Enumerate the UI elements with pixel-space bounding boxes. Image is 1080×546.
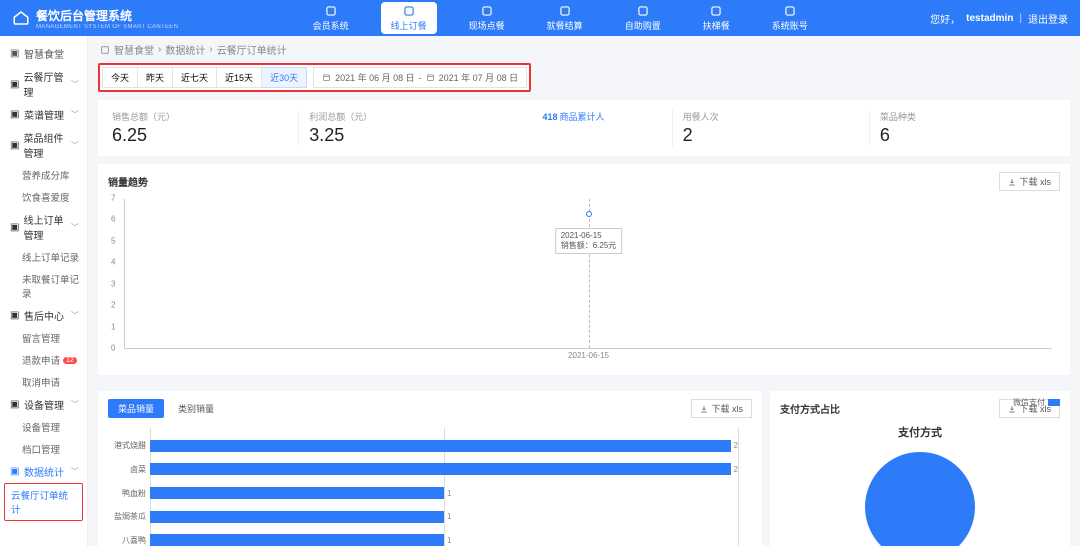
- sales-tabs: 菜品销量类别销量: [108, 399, 224, 418]
- sidebar-item-7[interactable]: 线上订单记录: [0, 246, 87, 268]
- logout-link[interactable]: 退出登录: [1028, 11, 1068, 26]
- crumb-1[interactable]: 数据统计: [165, 42, 205, 57]
- sidebar-item-4[interactable]: 营养成分库: [0, 164, 87, 186]
- badge: 12: [63, 357, 77, 364]
- bar: [150, 534, 444, 546]
- main-content: 智慧食堂 › 数据统计 › 云餐厅订单统计 今天昨天近七天近15天近30天 202…: [88, 36, 1080, 546]
- breadcrumb: 智慧食堂 › 数据统计 › 云餐厅订单统计: [98, 36, 1070, 63]
- sidebar-item-14[interactable]: 设备管理: [0, 416, 87, 438]
- nav-icon: [480, 4, 494, 18]
- nav-icon: [636, 4, 650, 18]
- date-preset-3[interactable]: 近15天: [217, 67, 262, 88]
- chevron-down-icon: ﹀: [71, 140, 79, 151]
- date-preset-0[interactable]: 今天: [102, 67, 138, 88]
- sales-bar-chart[interactable]: 012港式烧腊2卤菜2鸭血粉1盐焗茶瓜1八喜鸭1: [150, 428, 738, 546]
- sales-tab-0[interactable]: 菜品销量: [108, 399, 164, 418]
- date-filter: 今天昨天近七天近15天近30天 2021 年 06 月 08 日 - 2021 年…: [98, 63, 531, 92]
- calendar-icon: [322, 73, 331, 82]
- chevron-down-icon: ﹀: [71, 79, 79, 90]
- logo-icon: [12, 9, 30, 27]
- nav-item-5[interactable]: 扶梯餐: [693, 2, 740, 34]
- payment-title: 支付方式占比: [780, 401, 840, 416]
- nav-item-0[interactable]: 会员系统: [303, 2, 359, 34]
- download-trend-button[interactable]: 下载 xls: [999, 172, 1060, 191]
- sidebar-item-1[interactable]: ▣云餐厅管理﹀: [0, 65, 87, 103]
- sidebar-item-12[interactable]: 取消申请: [0, 371, 87, 393]
- nav-item-3[interactable]: 就餐结算: [537, 2, 593, 34]
- chevron-down-icon: ﹀: [71, 222, 79, 233]
- payment-panel: 支付方式占比 下载 xls 微信支付 支付方式 微信支付：100%: [770, 391, 1070, 546]
- chevron-down-icon: ﹀: [71, 109, 79, 120]
- nav-icon: [324, 4, 338, 18]
- pie-chart[interactable]: [865, 452, 975, 546]
- top-nav: 餐饮后台管理系统 MANAGEMENT SYSTEM OF SMART CANT…: [0, 0, 1080, 36]
- stat-dish-types: 菜品种类 6: [880, 110, 1056, 146]
- stats-row: 销售总额（元） 6.25 利润总额（元） 3.25 418 商品累计人 用餐人次…: [98, 100, 1070, 156]
- calendar-icon: [426, 73, 435, 82]
- brand-subtitle: MANAGEMENT SYSTEM OF SMART CANTEEN: [36, 24, 178, 30]
- trend-title: 销量趋势: [108, 174, 148, 189]
- brand-title: 餐饮后台管理系统: [36, 7, 178, 24]
- bar: [150, 487, 444, 499]
- download-icon: [700, 405, 708, 413]
- pie-chart-title: 支付方式: [780, 424, 1060, 440]
- chevron-down-icon: ﹀: [71, 466, 79, 477]
- trend-chart[interactable]: 012345672021-06-152021-06-15销售额：6.25元: [124, 199, 1052, 349]
- brand: 餐饮后台管理系统 MANAGEMENT SYSTEM OF SMART CANT…: [0, 7, 190, 30]
- bar: [150, 440, 731, 452]
- sidebar-item-15[interactable]: 档口管理: [0, 438, 87, 460]
- bar: [150, 511, 444, 523]
- user-area: 您好， testadmin | 退出登录: [930, 11, 1080, 26]
- greeting: 您好，: [930, 11, 960, 26]
- sidebar: ▣智慧食堂▣云餐厅管理﹀▣菜谱管理﹀▣菜品组件管理﹀营养成分库饮食喜爱度▣线上订…: [0, 36, 88, 546]
- chevron-down-icon: ﹀: [71, 399, 79, 410]
- crumb-2: 云餐厅订单统计: [217, 42, 287, 57]
- stat-sales-total: 销售总额（元） 6.25: [112, 110, 288, 146]
- chevron-down-icon: ﹀: [71, 310, 79, 321]
- date-preset-1[interactable]: 昨天: [138, 67, 173, 88]
- sidebar-item-9[interactable]: ▣售后中心﹀: [0, 304, 87, 327]
- nav-item-2[interactable]: 现场点餐: [459, 2, 515, 34]
- sidebar-item-3[interactable]: ▣菜品组件管理﹀: [0, 126, 87, 164]
- bar: [150, 463, 731, 475]
- sidebar-item-8[interactable]: 未取餐订单记录: [0, 268, 87, 304]
- trend-panel: 销量趋势 下载 xls 012345672021-06-152021-06-15…: [98, 164, 1070, 375]
- nav-item-1[interactable]: 线上订餐: [381, 2, 437, 34]
- stat-diners: 用餐人次 2: [683, 110, 859, 146]
- sales-tab-1[interactable]: 类别销量: [168, 399, 224, 418]
- date-preset-2[interactable]: 近七天: [173, 67, 217, 88]
- nav-icon: [709, 4, 723, 18]
- nav-icon: [783, 4, 797, 18]
- sidebar-item-2[interactable]: ▣菜谱管理﹀: [0, 103, 87, 126]
- crumb-0[interactable]: 智慧食堂: [114, 42, 154, 57]
- nav-icon: [558, 4, 572, 18]
- date-preset-4[interactable]: 近30天: [262, 67, 307, 88]
- stat-link[interactable]: 418 商品累计人: [542, 110, 604, 123]
- nav-icon: [402, 4, 416, 18]
- sidebar-item-11[interactable]: 退款申请12: [0, 349, 87, 371]
- sales-panel: 菜品销量类别销量 下载 xls 012港式烧腊2卤菜2鸭血粉1盐焗茶瓜1八喜鸭1: [98, 391, 762, 546]
- pie-legend: 微信支付: [1013, 397, 1060, 408]
- sidebar-item-17[interactable]: 云餐厅订单统计: [4, 483, 83, 521]
- stat-link-cell: 418 商品累计人: [485, 110, 661, 123]
- download-sales-button[interactable]: 下载 xls: [691, 399, 752, 418]
- stat-profit-total: 利润总额（元） 3.25: [309, 110, 485, 146]
- chart-tooltip: 2021-06-15销售额：6.25元: [555, 228, 623, 254]
- sidebar-item-16[interactable]: ▣数据统计﹀: [0, 460, 87, 483]
- sidebar-item-5[interactable]: 饮食喜爱度: [0, 186, 87, 208]
- sidebar-item-0[interactable]: ▣智慧食堂: [0, 42, 87, 65]
- legend-swatch: [1048, 399, 1060, 406]
- date-range-picker[interactable]: 2021 年 06 月 08 日 - 2021 年 07 月 08 日: [313, 67, 527, 88]
- nav-item-6[interactable]: 系统账号: [762, 2, 818, 34]
- sidebar-item-13[interactable]: ▣设备管理﹀: [0, 393, 87, 416]
- nav-item-4[interactable]: 自助购置: [615, 2, 671, 34]
- breadcrumb-icon: [100, 45, 110, 55]
- username: testadmin: [966, 13, 1013, 24]
- download-icon: [1008, 178, 1016, 186]
- sidebar-item-6[interactable]: ▣线上订单管理﹀: [0, 208, 87, 246]
- sidebar-item-10[interactable]: 留言管理: [0, 327, 87, 349]
